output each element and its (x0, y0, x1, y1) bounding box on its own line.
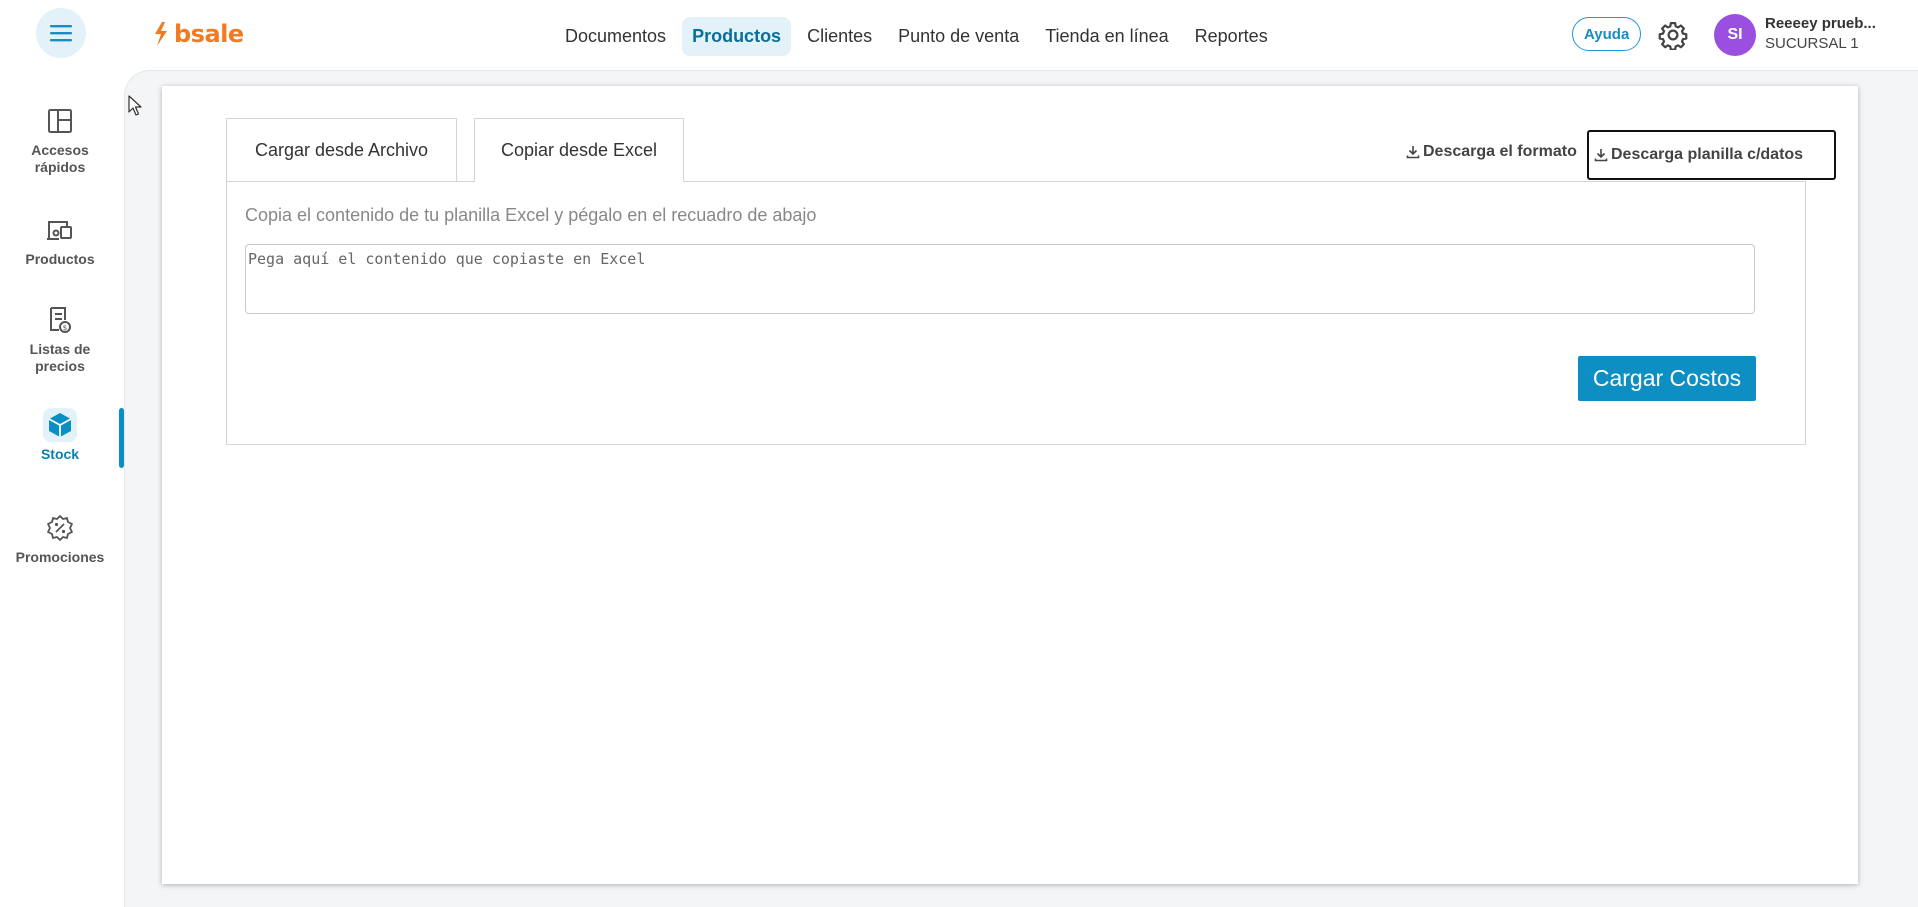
sidebar-label: Promociones (15, 549, 105, 565)
nav-punto-de-venta[interactable]: Punto de venta (888, 17, 1029, 56)
sidebar-label: Stock (40, 446, 80, 462)
tab-copiar-desde-excel[interactable]: Copiar desde Excel (474, 118, 684, 182)
nav-documentos[interactable]: Documentos (555, 17, 676, 56)
hamburger-menu-button[interactable] (36, 8, 86, 58)
user-branch: SUCURSAL 1 (1765, 35, 1859, 52)
download-data-button[interactable]: Descarga planilla c/datos (1587, 130, 1836, 180)
hamburger-icon (50, 25, 72, 42)
user-name[interactable]: Reeeey prueb... (1765, 15, 1876, 32)
nav-productos[interactable]: Productos (682, 17, 792, 56)
price-list-icon: $ (50, 307, 71, 333)
download-icon (1406, 146, 1420, 159)
logo-text: bsale (174, 20, 244, 48)
main-nav: Documentos Productos Clientes Punto de v… (555, 17, 1278, 56)
gear-icon[interactable] (1658, 20, 1688, 50)
products-icon-wrap (43, 213, 77, 247)
sidebar-item-promociones[interactable]: Promociones (0, 511, 120, 566)
sidebar-item-accesos-rapidos[interactable]: Accesos rápidos (0, 104, 120, 176)
promotion-icon-wrap (43, 511, 77, 545)
sidebar-label: Listas de (29, 341, 91, 357)
sidebar-item-listas-de-precios[interactable]: $ Listas de precios (0, 303, 120, 375)
nav-reportes[interactable]: Reportes (1185, 17, 1278, 56)
bsale-logo-icon (155, 22, 167, 46)
layout-icon (48, 109, 72, 133)
sidebar-item-stock[interactable]: Stock (0, 408, 120, 463)
sidebar-label: rápidos (34, 159, 86, 175)
excel-paste-textarea[interactable] (245, 244, 1755, 314)
products-icon (47, 221, 72, 240)
sidebar-item-productos[interactable]: Productos (0, 213, 120, 268)
download-data-label: Descarga planilla c/datos (1611, 146, 1804, 163)
download-format-label: Descarga el formato (1423, 143, 1577, 160)
layout-icon-wrap (43, 104, 77, 138)
avatar[interactable]: SI (1714, 14, 1756, 56)
sidebar-label: precios (35, 358, 85, 374)
top-bar: bsale Documentos Productos Clientes Punt… (0, 0, 1918, 68)
help-button[interactable]: Ayuda (1572, 17, 1642, 51)
download-icon (1594, 149, 1608, 162)
bsale-logo[interactable]: bsale (152, 18, 244, 50)
instruction-text: Copia el contenido de tu planilla Excel … (245, 205, 817, 225)
sidebar-label: Accesos (31, 142, 89, 158)
mouse-cursor-icon (128, 95, 142, 116)
box-icon (48, 413, 72, 437)
sidebar-label: Productos (25, 251, 95, 267)
sidebar: Accesos rápidos Productos $ Listas de pr… (0, 68, 124, 907)
box-icon-wrap (43, 408, 77, 442)
cargar-costos-button[interactable]: Cargar Costos (1578, 356, 1756, 401)
download-format-link[interactable]: Descarga el formato (1406, 143, 1577, 161)
svg-text:$: $ (63, 324, 67, 332)
price-list-icon-wrap: $ (43, 303, 77, 337)
nav-tienda-en-linea[interactable]: Tienda en línea (1035, 17, 1178, 56)
nav-clientes[interactable]: Clientes (797, 17, 882, 56)
promotion-badge-icon (47, 515, 73, 541)
tab-cargar-desde-archivo[interactable]: Cargar desde Archivo (226, 118, 457, 182)
